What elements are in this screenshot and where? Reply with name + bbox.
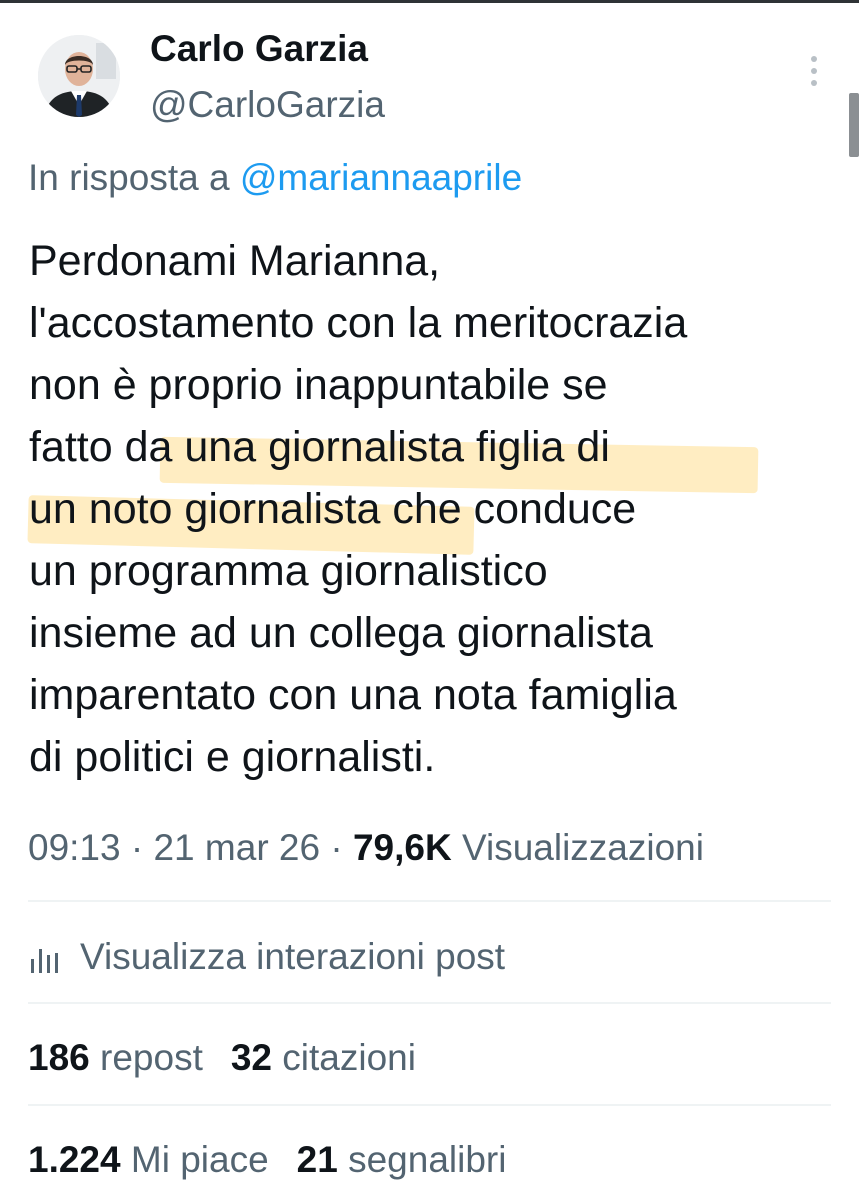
likes-stat[interactable]: 1.224 Mi piace [28, 1139, 269, 1180]
tweet-line: imparentato con una nota famiglia [29, 671, 677, 719]
meta-separator: · [120, 827, 154, 868]
views-count: 79,6K [352, 827, 452, 868]
bookmarks-stat[interactable]: 21 segnalibri [297, 1139, 507, 1180]
stats-row-likes: 1.224 Mi piace 21 segnalibri [28, 1135, 506, 1185]
avatar[interactable] [38, 35, 120, 117]
tweet-time[interactable]: 09:13 [28, 827, 121, 868]
bookmarks-count: 21 [296, 1139, 338, 1180]
tweet-line: di politici e giornalisti. [29, 733, 436, 781]
top-border [0, 0, 859, 3]
tweet-line: l'accostamento con la meritocrazia [29, 299, 688, 347]
tweet-meta: 09:13 · 21 mar 26 · 79,6K Visualizzazion… [28, 823, 704, 873]
avatar-image [38, 35, 120, 117]
tweet-header: Carlo Garzia @CarloGarzia [28, 25, 828, 135]
tweet-line: insieme ad un collega giornalista [29, 609, 653, 657]
tweet-line: non è proprio inappuntabile se [29, 361, 608, 409]
views-label: Visualizzazioni [451, 827, 704, 868]
tweet-line: Perdonami Marianna, [29, 237, 441, 285]
quotes-count: 32 [230, 1037, 273, 1078]
post-insights-label: Visualizza interazioni post [80, 936, 506, 977]
tweet-text: Perdonami Marianna, l'accostamento con l… [29, 230, 844, 788]
reposts-label: repost [89, 1037, 203, 1078]
quotes-stat[interactable]: 32 citazioni [231, 1037, 416, 1078]
author-display-name[interactable]: Carlo Garzia [150, 27, 385, 71]
scrollbar-thumb[interactable] [849, 93, 859, 157]
stats-row-reposts: 186 repost 32 citazioni [28, 1033, 416, 1083]
reply-prefix: In risposta a [28, 157, 240, 198]
reposts-count: 186 [28, 1037, 90, 1078]
bookmarks-label: segnalibri [337, 1139, 507, 1180]
author-names: Carlo Garzia @CarloGarzia [150, 27, 385, 127]
likes-count: 1.224 [28, 1139, 121, 1180]
tweet-line: un programma giornalistico [29, 547, 548, 595]
divider [28, 1002, 831, 1004]
tweet-date[interactable]: 21 mar 26 [153, 827, 320, 868]
quotes-label: citazioni [272, 1037, 416, 1078]
meta-separator: · [320, 827, 353, 868]
tweet-line: fatto da una giornalista figlia di [29, 423, 610, 471]
tweet-line: un noto giornalista che conduce [29, 485, 637, 533]
more-options-icon[interactable] [802, 51, 826, 91]
author-handle[interactable]: @CarloGarzia [150, 83, 385, 127]
analytics-bars-icon [28, 940, 62, 974]
divider [28, 900, 831, 902]
likes-label: Mi piace [120, 1139, 269, 1180]
reply-context: In risposta a @mariannaaprile [28, 155, 522, 201]
reposts-stat[interactable]: 186 repost [28, 1037, 203, 1078]
post-insights-link[interactable]: Visualizza interazioni post [28, 932, 505, 982]
reply-mention-link[interactable]: @mariannaaprile [240, 157, 522, 198]
divider [28, 1104, 831, 1106]
